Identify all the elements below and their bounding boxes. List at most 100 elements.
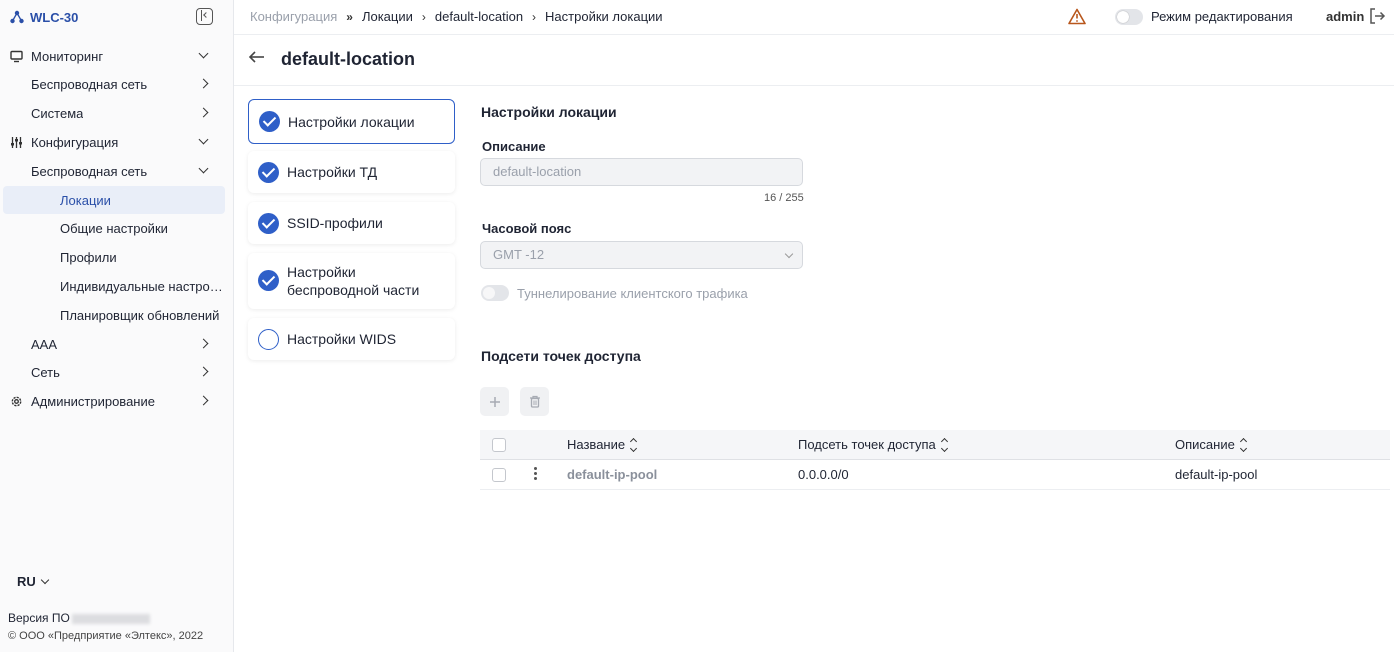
sidebar-item-monitoring-wireless[interactable]: Беспроводная сеть bbox=[0, 70, 234, 98]
sidebar: WLC-30 Мониторинг Беспроводная сеть Сист… bbox=[0, 0, 234, 652]
empty-circle-icon bbox=[258, 329, 279, 350]
sidebar-item-label: Конфигурация bbox=[31, 134, 119, 150]
sidebar-item-label: Планировщик обновлений bbox=[60, 307, 220, 323]
sidebar-item-label: Беспроводная сеть bbox=[31, 163, 148, 179]
tunnel-label: Туннелирование клиентского трафика bbox=[517, 286, 748, 301]
sidebar-item-network[interactable]: Сеть bbox=[0, 358, 234, 386]
row-checkbox[interactable] bbox=[492, 468, 506, 482]
warning-icon[interactable] bbox=[1068, 8, 1086, 25]
sidebar-item-update-scheduler[interactable]: Планировщик обновлений bbox=[0, 301, 234, 329]
char-counter: 16 / 255 bbox=[764, 192, 804, 204]
version-label: Версия ПО bbox=[8, 611, 70, 625]
sidebar-item-monitoring[interactable]: Мониторинг bbox=[0, 42, 234, 70]
step-label: Настройки беспроводной части bbox=[287, 264, 420, 298]
cell-subnet: 0.0.0.0/0 bbox=[798, 467, 849, 482]
description-label: Описание bbox=[482, 139, 546, 154]
section-title-location-settings: Настройки локации bbox=[481, 104, 617, 120]
chevron-right-icon: › bbox=[421, 9, 426, 24]
chevron-right-icon bbox=[198, 366, 209, 377]
chevron-right-icon bbox=[198, 395, 209, 406]
chevron-right-icon bbox=[198, 338, 209, 349]
description-input[interactable]: default-location bbox=[480, 158, 803, 186]
double-chevron-icon: » bbox=[346, 9, 353, 24]
step-ssid-profiles[interactable]: SSID-профили bbox=[248, 202, 455, 244]
network-logo-icon bbox=[10, 10, 24, 24]
sidebar-collapse-icon[interactable] bbox=[196, 8, 213, 25]
sidebar-item-label: Индивидуальные настройки bbox=[60, 278, 224, 294]
sidebar-item-general-settings[interactable]: Общие настройки bbox=[0, 214, 234, 242]
delete-button[interactable] bbox=[520, 387, 549, 416]
sidebar-item-label: AAA bbox=[31, 336, 58, 352]
trash-icon bbox=[529, 395, 540, 408]
step-label: Настройки локации bbox=[288, 114, 415, 130]
edit-mode-toggle[interactable] bbox=[1115, 9, 1143, 25]
sidebar-item-system[interactable]: Система bbox=[0, 99, 234, 127]
chevron-right-icon bbox=[198, 107, 209, 118]
cell-name[interactable]: default-ip-pool bbox=[567, 467, 657, 482]
language-selector[interactable]: RU bbox=[17, 574, 50, 589]
check-circle-icon bbox=[258, 162, 279, 183]
timezone-label: Часовой пояс bbox=[482, 221, 572, 236]
column-header-subnet[interactable]: Подсеть точек доступа bbox=[798, 437, 948, 452]
cell-description: default-ip-pool bbox=[1175, 467, 1258, 482]
step-location-settings[interactable]: Настройки локации bbox=[248, 99, 455, 144]
step-wireless-settings[interactable]: Настройки беспроводной части bbox=[248, 253, 455, 309]
step-ap-settings[interactable]: Настройки ТД bbox=[248, 151, 455, 193]
table-row[interactable]: default-ip-pool 0.0.0.0/0 default-ip-poo… bbox=[480, 460, 1390, 490]
select-all-checkbox[interactable] bbox=[492, 438, 506, 452]
column-header-label: Подсеть точек доступа bbox=[798, 437, 936, 452]
plus-icon bbox=[489, 396, 500, 407]
chevron-right-icon: › bbox=[532, 9, 537, 24]
sidebar-item-configuration[interactable]: Конфигурация bbox=[0, 128, 234, 156]
edit-mode-label: Режим редактирования bbox=[1151, 9, 1293, 24]
step-wids-settings[interactable]: Настройки WIDS bbox=[248, 318, 455, 360]
sidebar-item-label: Администрирование bbox=[31, 393, 155, 409]
sort-icon bbox=[630, 437, 638, 452]
sidebar-item-aaa[interactable]: AAA bbox=[0, 330, 234, 358]
chevron-down-icon bbox=[198, 163, 209, 174]
copyright: © ООО «Предприятие «Элтекс», 2022 bbox=[8, 630, 204, 642]
sort-icon bbox=[940, 437, 948, 452]
brand[interactable]: WLC-30 bbox=[10, 8, 78, 26]
chevron-right-icon bbox=[198, 78, 209, 89]
sidebar-item-label: Общие настройки bbox=[60, 220, 168, 236]
chevron-down-icon bbox=[198, 134, 209, 145]
sidebar-item-profiles[interactable]: Профили bbox=[0, 243, 234, 271]
sidebar-item-locations[interactable]: Локации bbox=[3, 186, 225, 214]
version-info: Версия ПО bbox=[8, 611, 150, 625]
sliders-icon bbox=[11, 137, 22, 148]
table-header: Название Подсеть точек доступа Описание bbox=[480, 430, 1390, 460]
sidebar-item-label: Локации bbox=[60, 192, 111, 208]
add-button[interactable] bbox=[480, 387, 509, 416]
topbar: Конфигурация » Локации › default-locatio… bbox=[234, 0, 1394, 35]
logout-icon[interactable] bbox=[1368, 7, 1386, 25]
user-name[interactable]: admin bbox=[1326, 9, 1364, 24]
language-label: RU bbox=[17, 574, 36, 589]
breadcrumb-item[interactable]: Конфигурация bbox=[250, 9, 337, 24]
column-header-description[interactable]: Описание bbox=[1175, 437, 1247, 452]
column-header-label: Описание bbox=[1175, 437, 1235, 452]
sidebar-item-config-wireless[interactable]: Беспроводная сеть bbox=[0, 157, 234, 185]
check-circle-icon bbox=[258, 270, 279, 291]
step-label: SSID-профили bbox=[287, 215, 383, 231]
tunnel-toggle[interactable] bbox=[481, 285, 509, 301]
kebab-menu-icon[interactable] bbox=[534, 467, 537, 482]
breadcrumb-item[interactable]: default-location bbox=[435, 9, 523, 24]
sidebar-item-label: Профили bbox=[60, 249, 117, 265]
breadcrumb: Конфигурация » Локации › default-locatio… bbox=[250, 9, 663, 24]
gear-icon bbox=[11, 396, 22, 407]
sidebar-item-individual-settings[interactable]: Индивидуальные настройки bbox=[0, 272, 234, 300]
sidebar-item-label: Мониторинг bbox=[31, 48, 104, 64]
back-arrow-icon[interactable] bbox=[248, 50, 266, 64]
chevron-down-icon bbox=[40, 575, 50, 585]
breadcrumb-item[interactable]: Локации bbox=[362, 9, 413, 24]
timezone-select[interactable]: GMT -12 bbox=[480, 241, 803, 269]
sidebar-item-label: Сеть bbox=[31, 364, 60, 380]
sidebar-item-administration[interactable]: Администрирование bbox=[0, 387, 234, 415]
sidebar-item-label: Система bbox=[31, 105, 84, 121]
page-title: default-location bbox=[281, 49, 415, 69]
page-header: default-location bbox=[234, 36, 1394, 86]
chevron-down-icon bbox=[198, 48, 209, 59]
sort-icon bbox=[1239, 437, 1247, 452]
column-header-name[interactable]: Название bbox=[567, 437, 638, 452]
